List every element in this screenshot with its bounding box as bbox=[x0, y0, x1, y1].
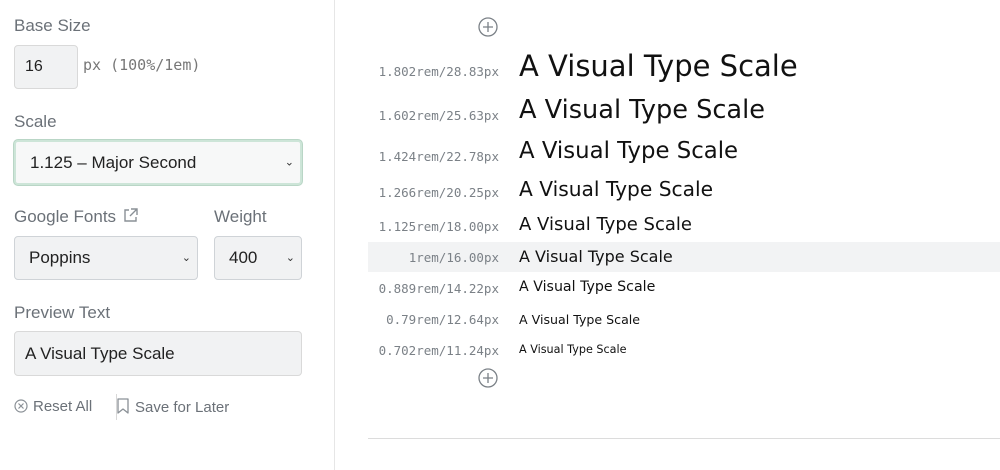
external-link-icon bbox=[124, 208, 138, 222]
scale-row[interactable]: 1.424rem/22.78px A Visual Type Scale bbox=[368, 136, 1000, 172]
sample-text: A Visual Type Scale bbox=[519, 138, 739, 164]
rem-size-label: 1.802rem/28.83px bbox=[378, 64, 499, 79]
scale-row[interactable]: 1.125rem/18.00px A Visual Type Scale bbox=[368, 211, 1000, 241]
scale-row[interactable]: 1.802rem/28.83px A Visual Type Scale bbox=[368, 46, 1000, 90]
reset-all-button[interactable]: Reset All bbox=[14, 398, 92, 415]
scale-select-value: 1.125 – Major Second bbox=[30, 153, 197, 172]
base-size-unit: px (100%/1em) bbox=[83, 56, 201, 74]
rem-size-label: 0.889rem/14.22px bbox=[378, 281, 499, 296]
chevron-down-icon: ⌄ bbox=[181, 252, 191, 264]
weight-label: Weight bbox=[214, 207, 267, 226]
rem-size-label: 0.702rem/11.24px bbox=[378, 343, 499, 358]
scale-row[interactable]: 1.602rem/25.63px A Visual Type Scale bbox=[368, 92, 1000, 132]
scale-row[interactable]: 0.889rem/14.22px A Visual Type Scale bbox=[368, 276, 1000, 302]
save-for-later-label: Save for Later bbox=[135, 399, 230, 416]
weight-select-value: 400 bbox=[229, 248, 258, 267]
sample-text: A Visual Type Scale bbox=[519, 343, 627, 356]
chevron-down-icon: ⌄ bbox=[285, 252, 295, 264]
sample-text: A Visual Type Scale bbox=[519, 279, 656, 295]
base-size-label: Base Size bbox=[14, 16, 91, 35]
rem-size-label: 1.266rem/20.25px bbox=[378, 185, 499, 200]
reset-all-label: Reset All bbox=[33, 398, 93, 415]
settings-sidebar: Base Size 16 px (100%/1em) Scale 1.125 –… bbox=[0, 0, 335, 470]
rem-size-label: 1.424rem/22.78px bbox=[378, 149, 499, 164]
scale-row[interactable]: 0.702rem/11.24px A Visual Type Scale bbox=[368, 338, 1000, 362]
google-fonts-link[interactable]: Google Fonts bbox=[14, 207, 139, 227]
close-circle-icon bbox=[14, 399, 28, 413]
rem-size-label: 0.79rem/12.64px bbox=[386, 312, 499, 327]
rem-size-label: 1.125rem/18.00px bbox=[378, 219, 499, 234]
plus-circle-icon[interactable] bbox=[478, 368, 498, 388]
weight-select[interactable]: 400 ⌄ bbox=[214, 236, 302, 280]
plus-circle-icon[interactable] bbox=[478, 17, 498, 37]
sample-text: A Visual Type Scale bbox=[519, 214, 692, 235]
scale-row-base[interactable]: 1rem/16.00px A Visual Type Scale bbox=[368, 242, 1000, 272]
chevron-down-icon: ⌄ bbox=[284, 156, 294, 168]
sample-text: A Visual Type Scale bbox=[519, 49, 798, 83]
scale-label: Scale bbox=[14, 112, 57, 131]
sample-text: A Visual Type Scale bbox=[519, 247, 673, 266]
sample-text: A Visual Type Scale bbox=[519, 95, 765, 125]
rem-size-label: 1.602rem/25.63px bbox=[378, 108, 499, 123]
google-fonts-label: Google Fonts bbox=[14, 207, 117, 226]
font-select[interactable]: Poppins ⌄ bbox=[14, 236, 198, 280]
sample-text: A Visual Type Scale bbox=[519, 312, 641, 327]
scale-select[interactable]: 1.125 – Major Second ⌄ bbox=[14, 140, 302, 185]
font-select-value: Poppins bbox=[29, 248, 91, 267]
preview-text-label: Preview Text bbox=[14, 303, 111, 322]
section-divider bbox=[368, 438, 1000, 439]
sample-text: A Visual Type Scale bbox=[519, 177, 714, 201]
base-size-input[interactable]: 16 bbox=[14, 45, 78, 89]
rem-size-label: 1rem/16.00px bbox=[408, 250, 499, 265]
save-for-later-button[interactable]: Save for Later bbox=[116, 398, 229, 416]
scale-row[interactable]: 1.266rem/20.25px A Visual Type Scale bbox=[368, 175, 1000, 207]
preview-text-input[interactable]: A Visual Type Scale bbox=[14, 331, 302, 376]
bookmark-icon bbox=[117, 398, 129, 414]
scale-row[interactable]: 0.79rem/12.64px A Visual Type Scale bbox=[368, 307, 1000, 333]
